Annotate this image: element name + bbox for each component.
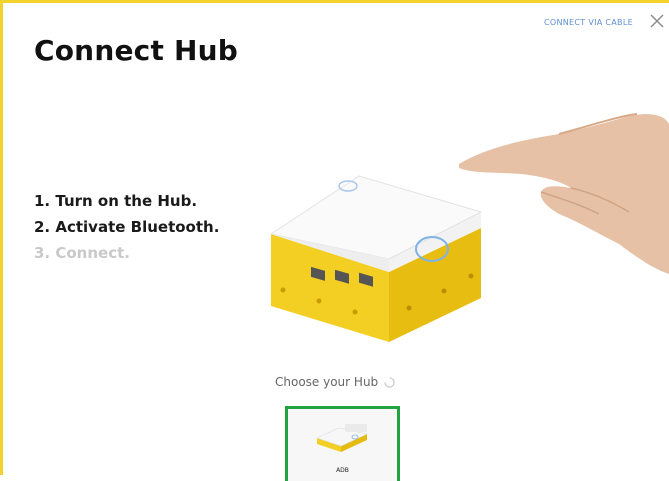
hub-name: ADB — [336, 467, 349, 474]
hub-card[interactable]: ADB — [285, 406, 400, 481]
connect-hub-dialog: Connect Hub CONNECT VIA CABLE 1. Turn on… — [9, 6, 669, 481]
hub-illustration — [269, 113, 669, 342]
connect-via-cable-link[interactable]: CONNECT VIA CABLE — [544, 18, 633, 27]
instruction-steps: 1. Turn on the Hub. 2. Activate Bluetoot… — [34, 188, 219, 266]
step-connect: 3. Connect. — [34, 244, 130, 262]
close-icon[interactable] — [649, 13, 665, 29]
hand-image — [459, 113, 669, 274]
hub-thumbnail — [316, 424, 368, 452]
step-activate-bluetooth: 2. Activate Bluetooth. — [34, 218, 220, 236]
hub-image — [269, 175, 483, 342]
spinner-icon — [384, 376, 395, 388]
choose-hub-label: Choose your Hub — [275, 375, 379, 389]
page-title: Connect Hub — [34, 34, 238, 67]
step-turn-on: 1. Turn on the Hub. — [34, 192, 198, 210]
choose-hub-row: Choose your Hub — [275, 375, 395, 389]
